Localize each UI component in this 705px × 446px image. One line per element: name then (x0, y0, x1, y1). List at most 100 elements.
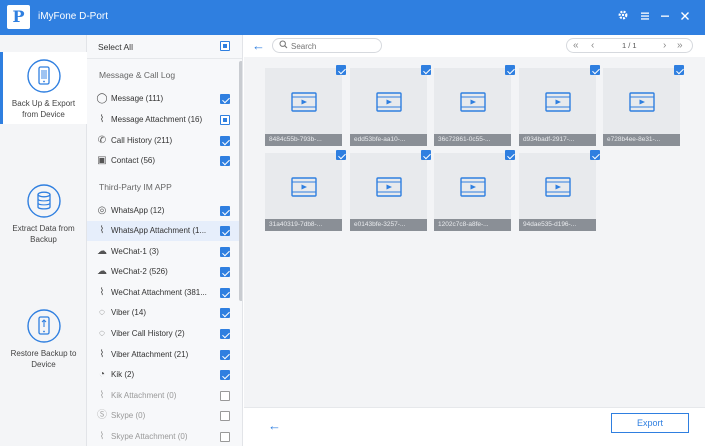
main-panel: ← « ‹ 1 / 1 › » 8484c55b-793b-... edd53bf… (244, 35, 705, 446)
category-checkbox[interactable] (220, 94, 230, 104)
attachment-icon: ⌇ (99, 114, 105, 125)
category-checkbox[interactable] (220, 308, 230, 318)
back-arrow-icon[interactable]: ← (268, 418, 281, 433)
select-all-label: Select All (98, 42, 133, 52)
search-box[interactable] (272, 38, 382, 53)
category-checkbox[interactable] (220, 370, 230, 380)
category-skype[interactable]: Ⓢ Skype (0) (87, 406, 239, 426)
nav-backup-export[interactable]: Back Up & Export from Device (0, 52, 87, 124)
category-checkbox[interactable] (220, 226, 230, 236)
thumbnail-checkbox[interactable] (590, 65, 600, 75)
thumbnail-checkbox[interactable] (505, 65, 515, 75)
phone-icon: ✆ (97, 135, 107, 146)
close-icon[interactable] (676, 8, 694, 26)
video-thumbnail[interactable]: d934badf-2917-... (519, 65, 600, 146)
phone-export-icon (26, 59, 61, 93)
category-label: Contact (56) (111, 156, 156, 165)
category-checkbox[interactable] (220, 391, 230, 401)
category-label: Skype (0) (111, 411, 146, 420)
category-checkbox[interactable] (220, 267, 230, 277)
video-thumbnail[interactable]: 1202c7c8-a8fe-... (434, 150, 515, 231)
last-page-icon[interactable]: » (677, 39, 683, 52)
category-viber[interactable]: ◌ Viber (14) (87, 303, 239, 323)
app-logo: P (7, 5, 30, 29)
category-wechat-2[interactable]: ☁ WeChat-2 (526) (87, 262, 239, 282)
thumbnail-caption: 36c72861-0c55-... (434, 134, 511, 146)
category-viber-call-history[interactable]: ◌ Viber Call History (2) (87, 324, 239, 344)
category-contact[interactable]: ▣ Contact (56) (87, 151, 239, 171)
viber-icon: ◌ (99, 328, 105, 339)
thumbnail-checkbox[interactable] (336, 65, 346, 75)
nav-restore-device[interactable]: Restore Backup to Device (0, 304, 87, 376)
video-thumbnail[interactable]: e0143bfe-3257-... (350, 150, 431, 231)
video-thumbnail[interactable]: 31a40319-7db8-... (265, 150, 346, 231)
thumbnail-checkbox[interactable] (674, 65, 684, 75)
category-checkbox[interactable] (220, 115, 230, 125)
thumbnail-caption: e728b4ee-8e31-... (603, 134, 680, 146)
category-checkbox[interactable] (220, 247, 230, 257)
settings-gear-icon[interactable] (614, 8, 632, 26)
category-checkbox[interactable] (220, 156, 230, 166)
skype-icon: Ⓢ (97, 410, 107, 421)
attachment-icon: ⌇ (99, 431, 105, 442)
video-icon (376, 177, 402, 197)
category-viber-attachment[interactable]: ⌇ Viber Attachment (21) (87, 345, 239, 365)
category-message-attachment[interactable]: ⌇ Message Attachment (16) (87, 110, 239, 130)
whatsapp-icon: ◎ (97, 205, 107, 216)
back-arrow-icon[interactable]: ← (252, 38, 265, 53)
minimize-icon[interactable] (656, 8, 674, 26)
video-thumbnail[interactable]: e728b4ee-8e31-... (603, 65, 684, 146)
category-list: Select All Message & Call Log ◯ Message … (87, 35, 243, 446)
title-bar: P iMyFone D-Port (0, 0, 705, 35)
menu-icon[interactable] (636, 8, 654, 26)
thumbnail-checkbox[interactable] (590, 150, 600, 160)
prev-page-icon[interactable]: ‹ (591, 39, 594, 52)
export-button[interactable]: Export (611, 413, 689, 433)
video-thumbnail[interactable]: 8484c55b-793b-... (265, 65, 346, 146)
attachment-icon: ⌇ (99, 349, 105, 360)
video-thumbnail[interactable]: 36c72861-0c55-... (434, 65, 515, 146)
category-kik-attachment[interactable]: ⌇ Kik Attachment (0) (87, 386, 239, 406)
category-checkbox[interactable] (220, 288, 230, 298)
category-label: Viber Attachment (21) (111, 350, 189, 359)
thumbnail-grid: 8484c55b-793b-... edd53bfe-aa10-... 36c728… (244, 57, 705, 407)
category-skype-attachment[interactable]: ⌇ Skype Attachment (0) (87, 427, 239, 446)
category-checkbox[interactable] (220, 206, 230, 216)
category-label: Call History (211) (111, 136, 173, 145)
first-page-icon[interactable]: « (573, 39, 579, 52)
thumbnail-caption: edd53bfe-aa10-... (350, 134, 427, 146)
thumbnail-checkbox[interactable] (421, 150, 431, 160)
category-checkbox[interactable] (220, 136, 230, 146)
message-icon: ◯ (96, 93, 108, 104)
video-icon (376, 92, 402, 112)
attachment-icon: ⌇ (99, 287, 105, 298)
category-call-history[interactable]: ✆ Call History (211) (87, 131, 239, 151)
category-label: Kik Attachment (0) (111, 391, 177, 400)
category-whatsapp-attachment[interactable]: ⌇ WhatsApp Attachment (1... (87, 221, 239, 241)
category-checkbox[interactable] (220, 329, 230, 339)
nav-extract-backup[interactable]: Extract Data from Backup (0, 179, 87, 251)
thumbnail-checkbox[interactable] (336, 150, 346, 160)
category-scrollbar[interactable] (239, 61, 242, 301)
search-input[interactable] (291, 40, 377, 52)
thumbnail-caption: d934badf-2917-... (519, 134, 596, 146)
select-all-checkbox[interactable] (220, 41, 230, 51)
thumbnail-checkbox[interactable] (505, 150, 515, 160)
video-thumbnail[interactable]: edd53bfe-aa10-... (350, 65, 431, 146)
thumbnail-checkbox[interactable] (421, 65, 431, 75)
video-thumbnail[interactable]: 94dae535-d196-... (519, 150, 600, 231)
category-wechat-attachment[interactable]: ⌇ WeChat Attachment (381... (87, 283, 239, 303)
category-label: Message Attachment (16) (111, 115, 203, 124)
select-all-row[interactable]: Select All (87, 35, 242, 59)
toolbar: ← « ‹ 1 / 1 › » (244, 35, 705, 57)
category-message[interactable]: ◯ Message (111) (87, 89, 239, 109)
category-checkbox[interactable] (220, 432, 230, 442)
database-icon (26, 184, 61, 218)
app-title: iMyFone D-Port (38, 11, 109, 22)
category-whatsapp[interactable]: ◎ WhatsApp (12) (87, 201, 239, 221)
category-kik[interactable]: ◔ Kik (2) (87, 365, 239, 385)
category-wechat-1[interactable]: ☁ WeChat-1 (3) (87, 242, 239, 262)
category-checkbox[interactable] (220, 350, 230, 360)
next-page-icon[interactable]: › (663, 39, 666, 52)
category-checkbox[interactable] (220, 411, 230, 421)
